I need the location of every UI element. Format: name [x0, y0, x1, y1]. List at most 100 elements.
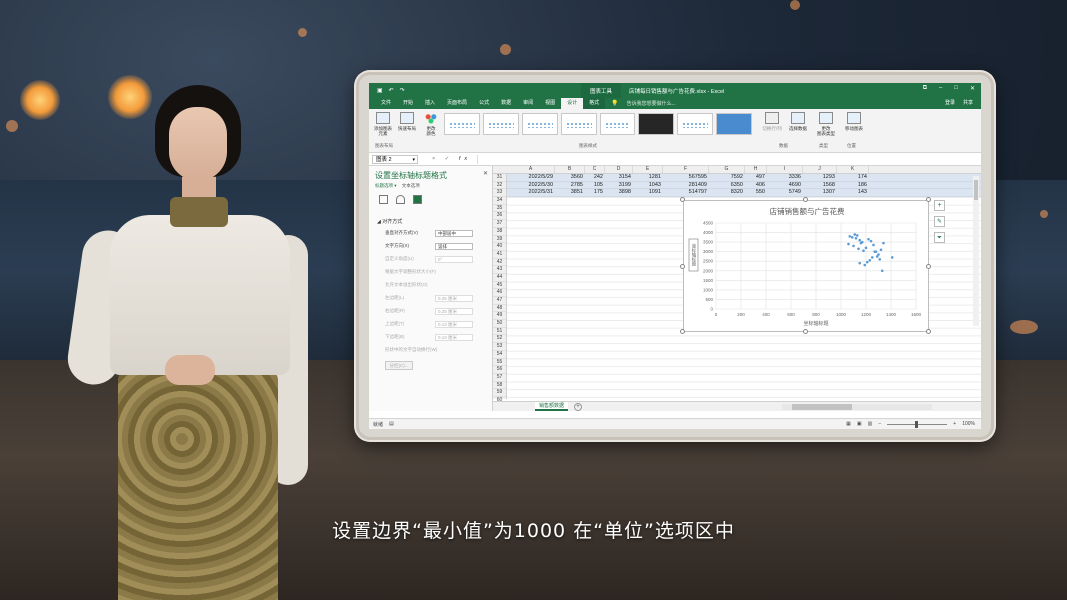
zoom-slider-knob[interactable] [915, 420, 919, 428]
column-header[interactable]: E [633, 166, 663, 173]
resize-handle[interactable] [680, 264, 685, 269]
right-margin-input[interactable]: 0.25 厘米 [435, 307, 473, 315]
share-button[interactable]: 共享 [963, 99, 973, 106]
bottom-margin-input[interactable]: 0.13 厘米 [435, 333, 473, 341]
table-cell[interactable]: 3560 [555, 174, 585, 181]
dropdown-icon[interactable]: ▾ [394, 183, 396, 188]
table-cell[interactable]: 2785 [555, 182, 585, 189]
chart-style-option[interactable] [677, 113, 714, 135]
scatter-chart[interactable]: 店铺销售额与广告花费 0 500 1000 1500 2000 2500 3000 3500 40… [683, 200, 929, 332]
undo-icon[interactable]: ↶ [389, 87, 394, 94]
table-cell[interactable]: 550 [745, 189, 767, 196]
redo-icon[interactable]: ↷ [400, 87, 405, 94]
row-header[interactable]: 51 [493, 328, 506, 336]
table-cell[interactable]: 175 [585, 189, 605, 196]
row-header[interactable]: 55 [493, 359, 506, 367]
column-header[interactable]: H [745, 166, 767, 173]
row-header[interactable]: 52 [493, 335, 506, 344]
table-cell[interactable]: 8320 [709, 189, 745, 196]
table-cell[interactable]: 242 [585, 174, 605, 181]
text-options-tab[interactable]: 文本选项 [402, 183, 420, 188]
size-properties-icon[interactable] [413, 195, 422, 204]
row-header[interactable]: 34 [493, 197, 506, 205]
chart-style-option[interactable] [560, 113, 597, 135]
sheet-tab-sales[interactable]: 销售额数据 [535, 402, 569, 411]
column-header[interactable]: A [507, 166, 555, 173]
table-cell[interactable]: 2022/5/29 [507, 174, 555, 181]
sign-in-link[interactable]: 登录 [945, 99, 955, 106]
table-cell[interactable]: 5749 [767, 189, 803, 196]
zoom-in-icon[interactable]: + [953, 421, 956, 427]
row-header[interactable]: 49 [493, 312, 506, 321]
row-header[interactable]: 54 [493, 351, 506, 359]
column-header[interactable]: G [709, 166, 745, 173]
chart-filters-button[interactable]: ⏷ [934, 232, 945, 243]
tab-formulas[interactable]: 公式 [473, 98, 495, 109]
row-header[interactable]: 41 [493, 251, 506, 259]
row-header[interactable]: 42 [493, 259, 506, 267]
table-cell[interactable]: 497 [745, 174, 767, 181]
change-colors-button[interactable]: 更改 颜色 [419, 112, 443, 136]
save-icon[interactable]: ▣ [377, 87, 383, 94]
alignment-section-header[interactable]: ◢ 对齐方式 [369, 204, 492, 225]
chart-style-option[interactable] [521, 113, 558, 135]
table-cell[interactable]: 143 [837, 189, 869, 196]
tab-file[interactable]: 文件 [375, 98, 397, 109]
resize-shape-row[interactable]: 根据文字调整形状大小(F) [369, 264, 492, 277]
row-header[interactable]: 53 [493, 343, 506, 351]
tab-data[interactable]: 数据 [495, 98, 517, 109]
resize-handle[interactable] [803, 329, 808, 334]
chart-style-option[interactable] [716, 113, 752, 135]
title-options-tab[interactable]: 标题选项 [375, 183, 393, 188]
minimize-icon[interactable]: – [939, 85, 942, 92]
close-icon[interactable]: ✕ [970, 85, 975, 92]
custom-angle-input[interactable]: 0° [435, 255, 473, 263]
table-cell[interactable]: 514797 [663, 189, 709, 196]
row-header[interactable]: 40 [493, 243, 506, 251]
tab-review[interactable]: 审阅 [517, 98, 539, 109]
column-header[interactable]: B [555, 166, 585, 173]
scrollbar-thumb[interactable] [974, 180, 978, 200]
row-header[interactable]: 56 [493, 366, 506, 374]
scrollbar-thumb[interactable] [792, 403, 853, 410]
row-header[interactable]: 31 [493, 174, 506, 182]
row-header[interactable]: 48 [493, 305, 506, 313]
column-header[interactable]: C [585, 166, 605, 173]
table-cell[interactable]: 281409 [663, 182, 709, 189]
resize-handle[interactable] [926, 264, 931, 269]
enter-icon[interactable]: ✓ [445, 156, 454, 162]
table-cell[interactable]: 1281 [633, 174, 663, 181]
resize-handle[interactable] [680, 329, 685, 334]
add-sheet-button[interactable]: + [574, 402, 583, 411]
maximize-icon[interactable]: □ [954, 85, 958, 92]
chart-style-option[interactable] [482, 113, 519, 135]
horizontal-scrollbar[interactable] [782, 403, 933, 410]
zoom-out-icon[interactable]: − [878, 421, 881, 427]
table-cell[interactable]: 1568 [803, 182, 837, 189]
row-header[interactable]: 58 [493, 382, 506, 390]
wrap-text-row[interactable]: 形状中的文字自动换行(W) [369, 342, 492, 355]
ribbon-display-icon[interactable]: ⧉ [923, 85, 927, 92]
row-header[interactable]: 33 [493, 189, 506, 198]
table-cell[interactable]: 3199 [605, 182, 633, 189]
move-chart-button[interactable]: 移动图表 [841, 112, 867, 131]
row-header[interactable]: 46 [493, 289, 506, 297]
chart-style-option[interactable] [638, 113, 675, 135]
row-header[interactable]: 43 [493, 266, 506, 274]
table-cell[interactable]: 2022/5/31 [507, 189, 555, 196]
table-cell[interactable]: 1043 [633, 182, 663, 189]
insert-function-icon[interactable]: fx [459, 156, 471, 162]
resize-handle[interactable] [680, 197, 685, 202]
row-header[interactable]: 35 [493, 205, 506, 213]
change-chart-type-button[interactable]: 更改 图表类型 [813, 112, 839, 136]
column-header[interactable]: D [605, 166, 633, 173]
row-header[interactable]: 39 [493, 236, 506, 244]
row-header[interactable]: 44 [493, 274, 506, 282]
normal-view-icon[interactable]: ▦ [846, 421, 851, 427]
quick-layout-button[interactable]: 快速布局 [395, 112, 419, 131]
tab-home[interactable]: 开始 [397, 98, 419, 109]
row-header[interactable]: 57 [493, 374, 506, 382]
table-cell[interactable]: 4690 [767, 182, 803, 189]
effects-icon[interactable] [396, 195, 405, 204]
column-header[interactable]: J [803, 166, 837, 173]
